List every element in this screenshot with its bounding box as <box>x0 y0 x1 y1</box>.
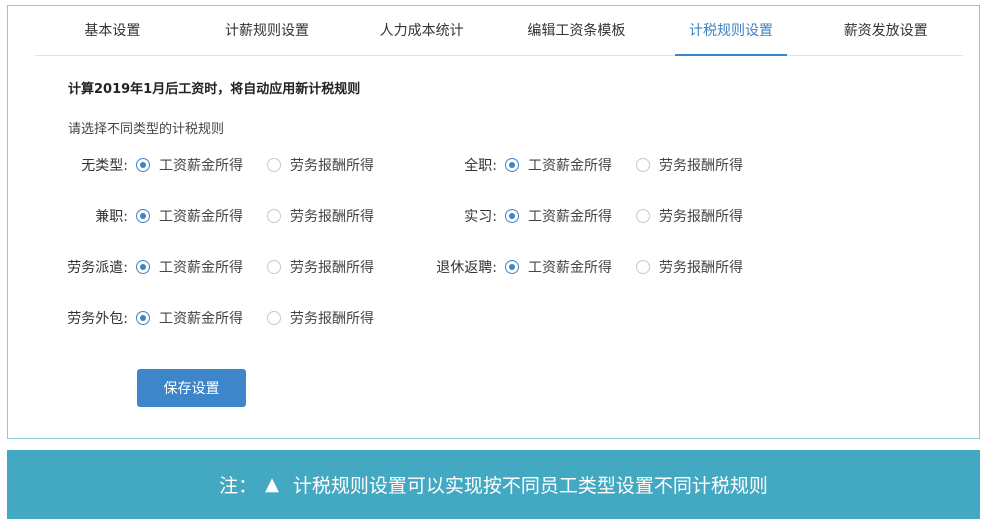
rule-row: 无类型: 工资薪金所得 劳务报酬所得 <box>8 155 398 175</box>
tab-pay-rules[interactable]: 计薪规则设置 <box>190 6 345 55</box>
radio-label: 劳务报酬所得 <box>290 260 374 276</box>
tab-basic-settings[interactable]: 基本设置 <box>35 6 190 55</box>
tab-payslip-template[interactable]: 编辑工资条模板 <box>499 6 654 55</box>
radio-checked-icon[interactable] <box>136 209 150 223</box>
rule-label: 全职: <box>464 158 497 174</box>
rule-label: 兼职: <box>95 209 128 225</box>
radio-option-labor[interactable]: 劳务报酬所得 <box>267 206 374 226</box>
radio-unchecked-icon[interactable] <box>267 260 281 274</box>
radio-label: 劳务报酬所得 <box>290 209 374 225</box>
radio-label: 劳务报酬所得 <box>290 158 374 174</box>
radio-label: 工资薪金所得 <box>159 311 243 327</box>
page-headline: 计算2019年1月后工资时，将自动应用新计税规则 <box>68 82 361 97</box>
radio-option-labor[interactable]: 劳务报酬所得 <box>267 308 374 328</box>
radio-option-salary[interactable]: 工资薪金所得 <box>505 155 612 175</box>
radio-unchecked-icon[interactable] <box>636 158 650 172</box>
save-settings-button[interactable]: 保存设置 <box>137 369 246 407</box>
radio-label: 工资薪金所得 <box>159 260 243 276</box>
radio-label: 工资薪金所得 <box>159 158 243 174</box>
rule-row: 实习: 工资薪金所得 劳务报酬所得 <box>408 206 767 226</box>
tab-labor-cost[interactable]: 人力成本统计 <box>344 6 499 55</box>
radio-label: 工资薪金所得 <box>528 260 612 276</box>
radio-label: 劳务报酬所得 <box>659 158 743 174</box>
radio-option-salary[interactable]: 工资薪金所得 <box>505 257 612 277</box>
radio-unchecked-icon[interactable] <box>267 209 281 223</box>
radio-option-labor[interactable]: 劳务报酬所得 <box>636 206 743 226</box>
radio-label: 工资薪金所得 <box>528 158 612 174</box>
rule-label: 劳务外包: <box>67 311 128 327</box>
rule-label: 无类型: <box>81 158 128 174</box>
rule-row: 退休返聘: 工资薪金所得 劳务报酬所得 <box>408 257 767 277</box>
rule-row: 劳务外包: 工资薪金所得 劳务报酬所得 <box>8 308 398 328</box>
radio-option-salary[interactable]: 工资薪金所得 <box>136 206 243 226</box>
radio-option-labor[interactable]: 劳务报酬所得 <box>636 257 743 277</box>
note-banner: 注： ▲ 计税规则设置可以实现按不同员工类型设置不同计税规则 <box>7 450 980 519</box>
radio-label: 劳务报酬所得 <box>290 311 374 327</box>
radio-checked-icon[interactable] <box>505 260 519 274</box>
radio-option-salary[interactable]: 工资薪金所得 <box>505 206 612 226</box>
note-text: 计税规则设置可以实现按不同员工类型设置不同计税规则 <box>292 475 768 497</box>
radio-option-salary[interactable]: 工资薪金所得 <box>136 308 243 328</box>
radio-option-salary[interactable]: 工资薪金所得 <box>136 257 243 277</box>
radio-checked-icon[interactable] <box>505 209 519 223</box>
tab-bar: 基本设置 计薪规则设置 人力成本统计 编辑工资条模板 计税规则设置 薪资发放设置 <box>35 6 963 56</box>
radio-label: 工资薪金所得 <box>528 209 612 225</box>
radio-option-labor[interactable]: 劳务报酬所得 <box>636 155 743 175</box>
radio-label: 劳务报酬所得 <box>659 260 743 276</box>
radio-checked-icon[interactable] <box>136 158 150 172</box>
radio-label: 劳务报酬所得 <box>659 209 743 225</box>
radio-unchecked-icon[interactable] <box>636 260 650 274</box>
rule-label: 劳务派遣: <box>67 260 128 276</box>
radio-option-salary[interactable]: 工资薪金所得 <box>136 155 243 175</box>
rule-row: 兼职: 工资薪金所得 劳务报酬所得 <box>8 206 398 226</box>
tab-tax-rules[interactable]: 计税规则设置 <box>654 6 809 55</box>
radio-option-labor[interactable]: 劳务报酬所得 <box>267 257 374 277</box>
radio-label: 工资薪金所得 <box>159 209 243 225</box>
radio-option-labor[interactable]: 劳务报酬所得 <box>267 155 374 175</box>
rule-label: 退休返聘: <box>436 260 497 276</box>
radio-unchecked-icon[interactable] <box>636 209 650 223</box>
radio-checked-icon[interactable] <box>136 260 150 274</box>
radio-checked-icon[interactable] <box>505 158 519 172</box>
radio-unchecked-icon[interactable] <box>267 158 281 172</box>
rule-row: 劳务派遣: 工资薪金所得 劳务报酬所得 <box>8 257 398 277</box>
radio-checked-icon[interactable] <box>136 311 150 325</box>
settings-panel: 基本设置 计薪规则设置 人力成本统计 编辑工资条模板 计税规则设置 薪资发放设置… <box>7 5 980 439</box>
tab-payout-settings[interactable]: 薪资发放设置 <box>808 6 963 55</box>
rule-label: 实习: <box>464 209 497 225</box>
radio-unchecked-icon[interactable] <box>267 311 281 325</box>
triangle-up-icon: ▲ <box>265 474 279 495</box>
section-subhead: 请选择不同类型的计税规则 <box>68 122 225 137</box>
note-prefix: 注： <box>219 475 258 497</box>
rule-row: 全职: 工资薪金所得 劳务报酬所得 <box>408 155 767 175</box>
